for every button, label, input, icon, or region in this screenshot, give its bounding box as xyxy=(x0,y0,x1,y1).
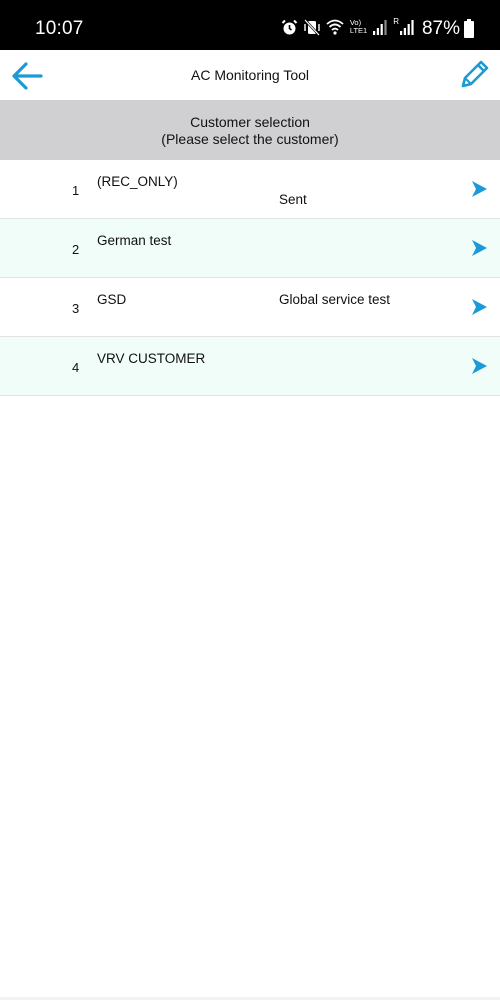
signal-roaming-icon xyxy=(400,20,414,35)
chevron-right-icon[interactable] xyxy=(468,355,490,377)
vibrate-mute-icon xyxy=(303,18,320,36)
chevron-right-icon[interactable] xyxy=(468,296,490,318)
roaming-label: R xyxy=(393,17,399,26)
alarm-icon xyxy=(281,19,298,34)
app-bar: AC Monitoring Tool xyxy=(0,50,500,100)
wifi-icon xyxy=(326,19,344,35)
customer-row[interactable]: 3 GSD Global service test xyxy=(0,278,500,337)
chevron-right-icon[interactable] xyxy=(468,237,490,259)
customer-name: (REC_ONLY) xyxy=(97,174,178,189)
customer-number: 4 xyxy=(72,360,80,375)
chevron-right-icon[interactable] xyxy=(468,178,490,200)
status-icons: Vo) LTE1 R xyxy=(281,17,414,37)
pencil-icon[interactable] xyxy=(458,59,490,91)
customer-row[interactable]: 4 VRV CUSTOMER xyxy=(0,337,500,396)
header-title: Customer selection xyxy=(190,114,310,130)
page-title: AC Monitoring Tool xyxy=(190,67,310,83)
customer-selection-header: Customer selection (Please select the cu… xyxy=(0,100,500,160)
status-time: 10:07 xyxy=(35,18,84,39)
customer-list: 1 (REC_ONLY) Sent 2 German test 3 GSD Gl… xyxy=(0,160,500,396)
customer-name: VRV CUSTOMER xyxy=(97,351,206,366)
volte-label: Vo) LTE1 xyxy=(349,18,368,35)
status-bar: 10:07 Vo) LTE1 R 87% xyxy=(0,0,500,50)
customer-name: GSD xyxy=(97,292,127,307)
battery-icon xyxy=(464,19,474,38)
customer-row[interactable]: 2 German test xyxy=(0,219,500,278)
customer-row[interactable]: 1 (REC_ONLY) Sent xyxy=(0,160,500,219)
customer-number: 3 xyxy=(72,301,80,316)
customer-description: Sent xyxy=(279,192,307,207)
customer-number: 2 xyxy=(72,242,80,257)
header-subtitle: (Please select the customer) xyxy=(161,131,339,147)
customer-name: German test xyxy=(97,233,172,248)
battery-percent: 87% xyxy=(421,18,460,39)
signal-icon xyxy=(373,20,387,35)
customer-number: 1 xyxy=(72,183,80,198)
customer-description: Global service test xyxy=(279,292,391,307)
